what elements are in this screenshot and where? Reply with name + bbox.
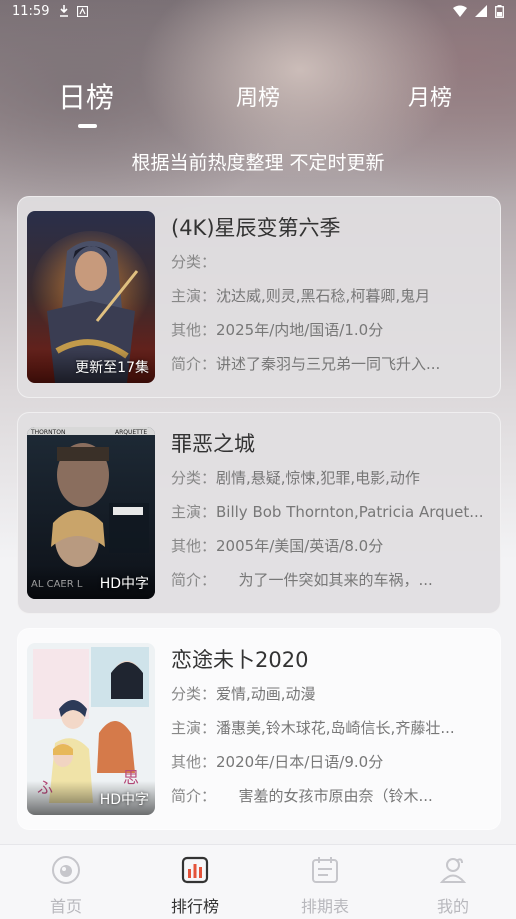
svg-text:ARQUETTE: ARQUETTE bbox=[115, 429, 147, 436]
tab-monthly[interactable]: 月榜 bbox=[408, 80, 452, 112]
intro-row: 简介：讲述了秦羽与三兄弟一同飞升入... bbox=[171, 347, 493, 381]
cast-value: Billy Bob Thornton,Patricia Arquet... bbox=[216, 503, 484, 521]
nav-ranking[interactable]: 排行榜 bbox=[155, 855, 235, 917]
intro-value: 为了一件突如其来的车祸，... bbox=[208, 571, 433, 589]
other-label: 其他： bbox=[171, 753, 217, 771]
wifi-icon bbox=[453, 5, 467, 17]
category-label: 分类： bbox=[171, 685, 217, 703]
category-row: 分类：爱情,动画,动漫 bbox=[171, 677, 493, 711]
svg-text:THORNTON: THORNTON bbox=[30, 429, 65, 436]
item-title: (4K)星辰变第六季 bbox=[171, 216, 341, 240]
intro-label: 简介： bbox=[171, 355, 217, 373]
nav-ranking-label: 排行榜 bbox=[170, 897, 219, 916]
intro-value: 害羞的女孩市原由奈（铃木... bbox=[208, 787, 433, 805]
other-value: 2020年/日本/日语/9.0分 bbox=[216, 753, 384, 771]
other-row: 其他：2025年/内地/国语/1.0分 bbox=[171, 313, 493, 347]
card-info: (4K)星辰变第六季 分类： 主演：沈达威,则灵,黑石稔,柯暮卿,鬼月 其他：2… bbox=[171, 211, 493, 381]
cast-row: 主演：潘惠美,铃木球花,岛崎信长,齐藤壮... bbox=[171, 711, 493, 745]
other-label: 其他： bbox=[171, 321, 217, 339]
cast-row: 主演：Billy Bob Thornton,Patricia Arquet... bbox=[171, 495, 493, 529]
intro-label: 简介： bbox=[171, 571, 209, 589]
category-value: 爱情,动画,动漫 bbox=[216, 685, 316, 703]
app-notification-icon bbox=[77, 5, 89, 17]
category-row: 分类： bbox=[171, 245, 493, 279]
nav-profile[interactable]: 我的 bbox=[413, 855, 493, 917]
ranking-tabs: 日榜 周榜 月榜 bbox=[0, 80, 516, 130]
ranking-card[interactable]: 更新至17集 (4K)星辰变第六季 分类： 主演：沈达威,则灵,黑石稔,柯暮卿,… bbox=[17, 196, 501, 398]
bottom-nav: 首页 排行榜 排期表 我的 bbox=[0, 844, 516, 919]
nav-home[interactable]: 首页 bbox=[26, 855, 106, 917]
intro-value: 讲述了秦羽与三兄弟一同飞升入... bbox=[216, 355, 441, 373]
category-value: 剧情,悬疑,惊悚,犯罪,电影,动作 bbox=[216, 469, 420, 487]
schedule-icon bbox=[312, 857, 338, 883]
other-value: 2025年/内地/国语/1.0分 bbox=[216, 321, 384, 339]
card-info: 恋途未卜2020 分类：爱情,动画,动漫 主演：潘惠美,铃木球花,岛崎信长,齐藤… bbox=[171, 643, 493, 813]
other-value: 2005年/美国/英语/8.0分 bbox=[216, 537, 384, 555]
poster-image: THORNTON ARQUETTE AL CAER L HD中字 bbox=[27, 427, 155, 599]
category-label: 分类： bbox=[171, 253, 217, 271]
nav-schedule-label: 排期表 bbox=[300, 897, 349, 916]
home-icon bbox=[52, 856, 80, 884]
category-row: 分类：剧情,悬疑,惊悚,犯罪,电影,动作 bbox=[171, 461, 493, 495]
quality-badge: HD中字 bbox=[99, 792, 149, 808]
download-icon bbox=[60, 5, 69, 17]
other-row: 其他：2005年/美国/英语/8.0分 bbox=[171, 529, 493, 563]
card-info: 罪恶之城 分类：剧情,悬疑,惊悚,犯罪,电影,动作 主演：Billy Bob T… bbox=[171, 427, 493, 597]
intro-row: 简介： 害羞的女孩市原由奈（铃木... bbox=[171, 779, 493, 813]
other-row: 其他：2020年/日本/日语/9.0分 bbox=[171, 745, 493, 779]
tab-weekly[interactable]: 周榜 bbox=[236, 80, 280, 112]
cast-value: 潘惠美,铃木球花,岛崎信长,齐藤壮... bbox=[216, 719, 455, 737]
cast-row: 主演：沈达威,则灵,黑石稔,柯暮卿,鬼月 bbox=[171, 279, 493, 313]
signal-icon bbox=[475, 5, 487, 17]
ranking-subtitle: 根据当前热度整理 不定时更新 bbox=[131, 152, 385, 174]
status-time: 11:59 bbox=[12, 3, 50, 19]
nav-home-label: 首页 bbox=[49, 897, 82, 916]
profile-icon bbox=[439, 858, 467, 883]
intro-label: 简介： bbox=[171, 787, 209, 805]
category-label: 分类： bbox=[171, 469, 217, 487]
quality-badge: HD中字 bbox=[99, 576, 149, 592]
poster-image: 思 ふ HD中字 bbox=[27, 643, 155, 815]
cast-label: 主演： bbox=[171, 287, 217, 305]
other-label: 其他： bbox=[171, 537, 217, 555]
update-badge: 更新至17集 bbox=[75, 360, 149, 376]
tab-daily[interactable]: 日榜 bbox=[58, 76, 114, 116]
cast-label: 主演： bbox=[171, 719, 217, 737]
ranking-card[interactable]: 思 ふ HD中字 恋途未卜2020 分类：爱情,动画,动漫 主演：潘惠美,铃木球… bbox=[17, 628, 501, 830]
ranking-icon bbox=[181, 856, 209, 884]
status-bar: 11:59 bbox=[0, 0, 516, 22]
intro-row: 简介： 为了一件突如其来的车祸，... bbox=[171, 563, 493, 597]
poster-image: 更新至17集 bbox=[27, 211, 155, 383]
active-tab-indicator bbox=[78, 124, 97, 128]
cast-value: 沈达威,则灵,黑石稔,柯暮卿,鬼月 bbox=[216, 287, 431, 305]
item-title: 恋途未卜2020 bbox=[171, 648, 309, 672]
battery-icon bbox=[495, 4, 504, 18]
ranking-card[interactable]: THORNTON ARQUETTE AL CAER L HD中字 罪恶之城 分类… bbox=[17, 412, 501, 614]
nav-schedule[interactable]: 排期表 bbox=[285, 855, 365, 917]
item-title: 罪恶之城 bbox=[171, 432, 255, 456]
cast-label: 主演： bbox=[171, 503, 217, 521]
nav-profile-label: 我的 bbox=[436, 897, 469, 916]
